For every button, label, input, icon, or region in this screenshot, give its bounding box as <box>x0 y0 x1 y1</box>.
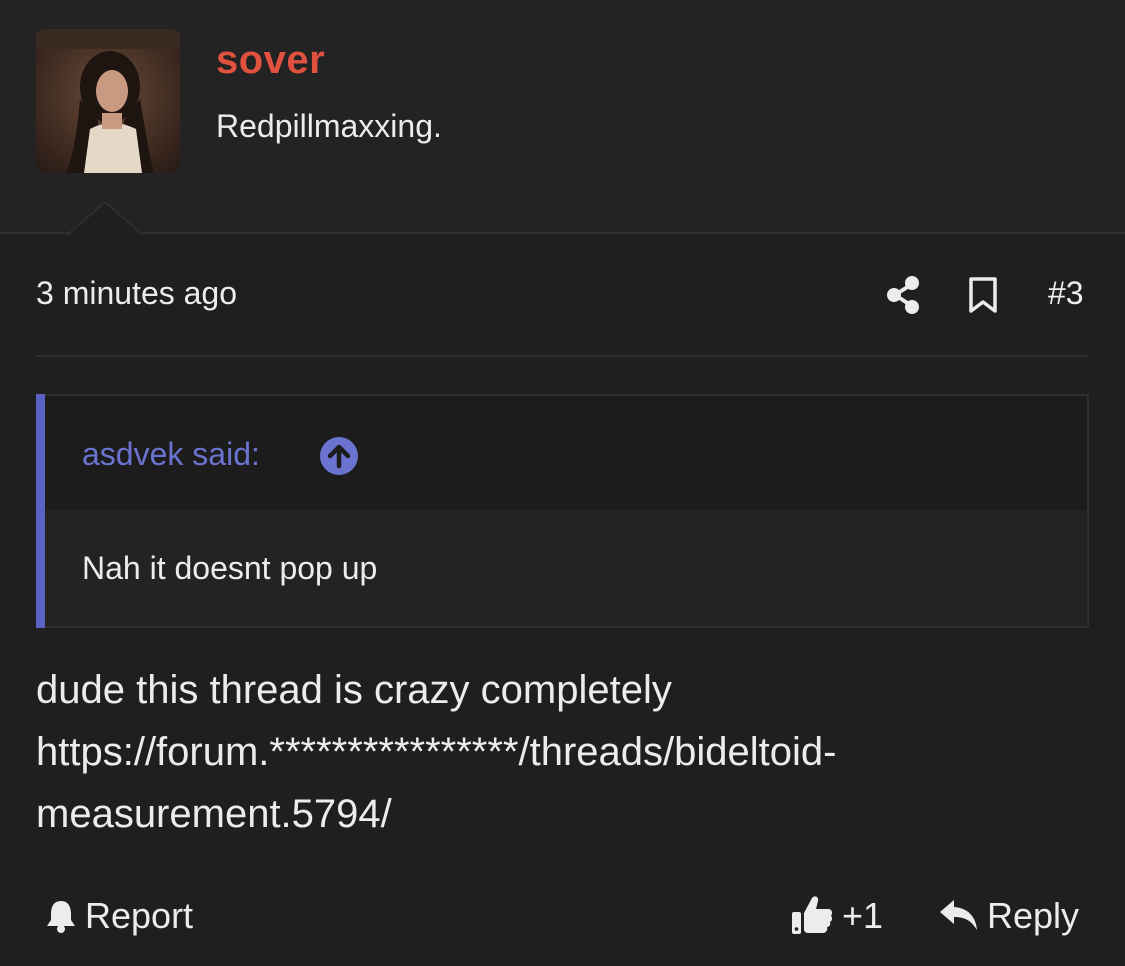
quote-accent-bar <box>36 394 45 628</box>
post-link-line[interactable]: https://forum.****************/threads/b… <box>36 721 1096 783</box>
like-count[interactable]: +1 <box>842 895 883 937</box>
avatar[interactable] <box>36 29 180 173</box>
reply-arrow-icon[interactable] <box>938 897 980 933</box>
username[interactable]: sover <box>216 38 325 83</box>
header-pointer <box>66 202 144 238</box>
post-content: dude this thread is crazy completely htt… <box>36 659 1096 845</box>
arrow-up-circle-icon[interactable] <box>319 436 359 476</box>
post-timestamp[interactable]: 3 minutes ago <box>36 275 237 312</box>
bookmark-icon[interactable] <box>968 276 998 314</box>
quote-author[interactable]: asdvek said: <box>82 436 260 473</box>
post-line: dude this thread is crazy completely <box>36 668 672 712</box>
user-title: Redpillmaxxing. <box>216 108 442 144</box>
post-number-link[interactable]: #3 <box>1048 275 1084 312</box>
post-link-line[interactable]: measurement.5794/ <box>36 783 1096 845</box>
divider <box>36 355 1089 357</box>
bell-icon[interactable] <box>44 898 78 934</box>
reply-button[interactable]: Reply <box>987 895 1079 937</box>
thumbs-up-icon[interactable] <box>790 894 834 936</box>
quote-text: Nah it doesnt pop up <box>82 550 378 586</box>
report-button[interactable]: Report <box>85 895 193 937</box>
share-icon[interactable] <box>886 276 920 314</box>
